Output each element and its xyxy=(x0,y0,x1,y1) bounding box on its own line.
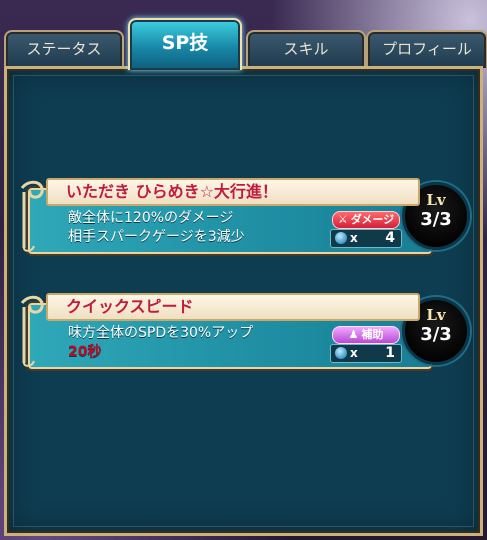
skill-title-bar: いただき ひらめき☆大行進！ xyxy=(46,178,420,206)
skill-desc-line: 敵全体に120%のダメージ xyxy=(68,210,234,226)
badge-label: 補助 xyxy=(361,328,384,341)
level-value: 3/3 xyxy=(420,209,452,230)
tab-skill[interactable]: スキル xyxy=(246,30,366,68)
skill-description: 味方全体のSPDを30%アップ 20秒 xyxy=(68,324,253,362)
skill-desc-line: 相手スパークゲージを3減少 xyxy=(68,229,245,245)
sword-icon: ⚔ xyxy=(337,213,348,226)
person-icon: ♟ xyxy=(348,328,359,341)
scroll-ornament-icon xyxy=(20,180,44,252)
tab-sp-skill[interactable]: SP技 xyxy=(128,18,242,70)
gauge-orb-icon xyxy=(335,232,347,244)
sp-skill-card[interactable]: クイックスピード 味方全体のSPDを30%アップ 20秒 ♟ 補助 x 1 Lv … xyxy=(16,293,471,369)
level-value: 3/3 xyxy=(420,324,452,345)
skill-description: 敵全体に120%のダメージ 相手スパークゲージを3減少 xyxy=(68,209,245,247)
sp-gauge-cost: x 1 xyxy=(330,344,402,363)
gauge-orb-icon xyxy=(335,347,347,359)
support-type-badge: ♟ 補助 xyxy=(332,326,400,344)
scroll-ornament-icon xyxy=(20,295,44,367)
skill-duration: 20秒 xyxy=(68,344,102,360)
skill-title-bar: クイックスピード xyxy=(46,293,420,321)
gauge-value: 1 xyxy=(385,345,395,361)
damage-type-badge: ⚔ ダメージ xyxy=(332,211,400,229)
skill-name: クイックスピード xyxy=(66,297,194,316)
gauge-multiplier: x xyxy=(350,346,358,360)
skill-desc-line: 味方全体のSPDを30%アップ xyxy=(68,325,254,341)
tab-status[interactable]: ステータス xyxy=(4,30,124,68)
tab-bar: ステータス SP技 スキル プロフィール xyxy=(0,18,487,70)
gauge-multiplier: x xyxy=(350,231,358,245)
sp-skill-card[interactable]: いただき ひらめき☆大行進！ 敵全体に120%のダメージ 相手スパークゲージを3… xyxy=(16,178,471,254)
gauge-value: 4 xyxy=(385,230,395,246)
badge-label: ダメージ xyxy=(350,213,395,226)
sp-gauge-cost: x 4 xyxy=(330,229,402,248)
tab-profile[interactable]: プロフィール xyxy=(366,30,487,68)
skill-name: いただき ひらめき☆大行進！ xyxy=(66,182,278,201)
